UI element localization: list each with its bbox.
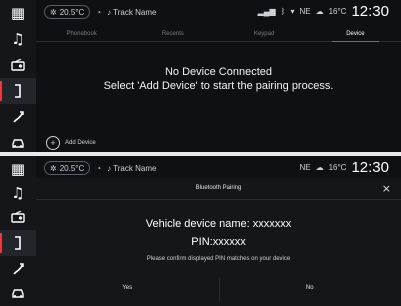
fan-icon: ✲: [50, 7, 57, 17]
tab-keypad[interactable]: Keypad: [218, 28, 310, 42]
music-note-icon[interactable]: ♫: [0, 180, 36, 206]
phone-device-screen: ▦ ♫ ✲ 20.5°C ◔ ♪ Track Name ▂▄▆ ᛒ ▾ NE ☁…: [0, 0, 401, 152]
bluetooth-icon: ᛒ: [280, 7, 286, 16]
weather-icon: ☁: [315, 163, 324, 172]
bluetooth-pairing-dialog: Bluetooth Pairing × Vehicle device name:…: [36, 178, 401, 306]
outside-temp: 16°C: [328, 7, 347, 16]
cabin-temp[interactable]: ✲ 20.5°C: [44, 161, 91, 175]
dialog-title: Bluetooth Pairing: [195, 185, 242, 191]
add-device-label: Add Device: [65, 140, 96, 146]
tab-recents[interactable]: Recents: [127, 28, 219, 42]
no-button[interactable]: No: [219, 285, 401, 291]
navigation-icon[interactable]: [0, 256, 36, 282]
weather-icon: ☁: [315, 7, 324, 16]
music-icon: ♪: [107, 163, 112, 173]
no-device-title: No Device Connected: [164, 66, 272, 78]
phone-icon[interactable]: [0, 78, 36, 104]
power-icon[interactable]: ◔: [96, 164, 101, 173]
apps-grid-icon[interactable]: ▦: [0, 0, 36, 26]
music-icon: ♪: [107, 7, 112, 17]
compass-heading: NE: [299, 163, 311, 172]
add-device-button[interactable]: + Add Device: [46, 136, 96, 150]
clock: 12:30: [351, 3, 389, 20]
apps-grid-icon[interactable]: ▦: [0, 156, 36, 182]
divider: [36, 199, 401, 200]
bluetooth-pairing-screen: ▦ ♫ ✲ 20.5°C ◔ ♪ Track Name NE ☁ 16°C 12…: [0, 156, 401, 306]
vehicle-device-name: Vehicle device name: xxxxxxx: [145, 218, 292, 230]
sidebar: ▦ ♫: [0, 156, 36, 306]
outside-temp: 16°C: [328, 163, 347, 172]
status-bar: ✲ 20.5°C ◔ ♪ Track Name NE ☁ 16°C 12:30: [36, 156, 401, 180]
sidebar: ▦ ♫: [0, 0, 36, 152]
radio-icon[interactable]: [0, 204, 36, 230]
pairing-instructions: Select 'Add Device' to start the pairing…: [103, 80, 334, 92]
radio-icon[interactable]: [0, 52, 36, 78]
phone-icon[interactable]: [0, 230, 36, 256]
tab-device[interactable]: Device: [309, 28, 401, 42]
tab-phonebook[interactable]: Phonebook: [36, 28, 128, 42]
navigation-icon[interactable]: [0, 104, 36, 130]
car-icon[interactable]: [0, 280, 36, 306]
phone-tabs: Phonebook Recents Keypad Device: [36, 28, 401, 42]
track-info: ♪ Track Name: [107, 7, 157, 17]
fan-icon: ✲: [50, 163, 57, 173]
location-icon: ▾: [290, 7, 295, 16]
power-icon[interactable]: ◔: [96, 8, 101, 17]
pairing-pin: PIN:xxxxxx: [191, 236, 246, 248]
car-icon[interactable]: [0, 130, 36, 152]
clock: 12:30: [351, 159, 389, 176]
status-bar: ✲ 20.5°C ◔ ♪ Track Name ▂▄▆ ᛒ ▾ NE ☁ 16°…: [36, 0, 401, 24]
music-note-icon[interactable]: ♫: [0, 26, 36, 52]
cabin-temp[interactable]: ✲ 20.5°C: [44, 5, 91, 19]
signal-icon: ▂▄▆: [257, 7, 276, 16]
confirm-instructions: Please confirm displayed PIN matches on …: [146, 256, 291, 262]
close-icon[interactable]: ×: [382, 182, 391, 195]
track-info: ♪ Track Name: [107, 163, 157, 173]
compass-heading: NE: [299, 7, 311, 16]
plus-icon: +: [46, 136, 60, 150]
yes-button[interactable]: Yes: [36, 285, 219, 291]
